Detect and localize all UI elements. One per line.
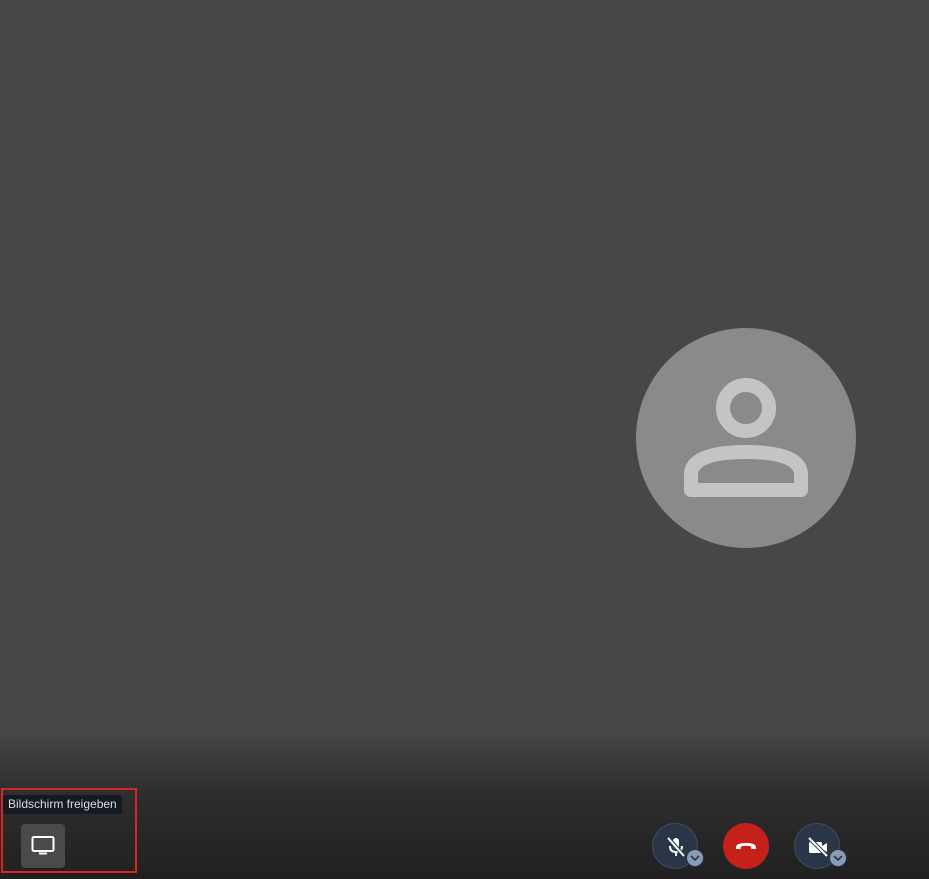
share-screen-button[interactable]: [21, 824, 65, 868]
chevron-down-icon: [833, 855, 843, 862]
microphone-off-icon: [666, 836, 686, 858]
participant-avatar: [636, 328, 856, 548]
share-screen-tooltip: Bildschirm freigeben: [3, 795, 122, 814]
hangup-button[interactable]: [723, 823, 769, 869]
camera-options-button[interactable]: [829, 849, 847, 867]
camera-off-icon: [807, 836, 829, 858]
person-icon: [684, 378, 808, 497]
monitor-icon: [31, 836, 55, 855]
chevron-down-icon: [690, 855, 700, 862]
toolbar-background: [0, 730, 929, 879]
video-call-stage: Bildschirm freigeben: [0, 0, 929, 879]
phone-hangup-icon: [736, 843, 756, 849]
microphone-options-button[interactable]: [686, 849, 704, 867]
